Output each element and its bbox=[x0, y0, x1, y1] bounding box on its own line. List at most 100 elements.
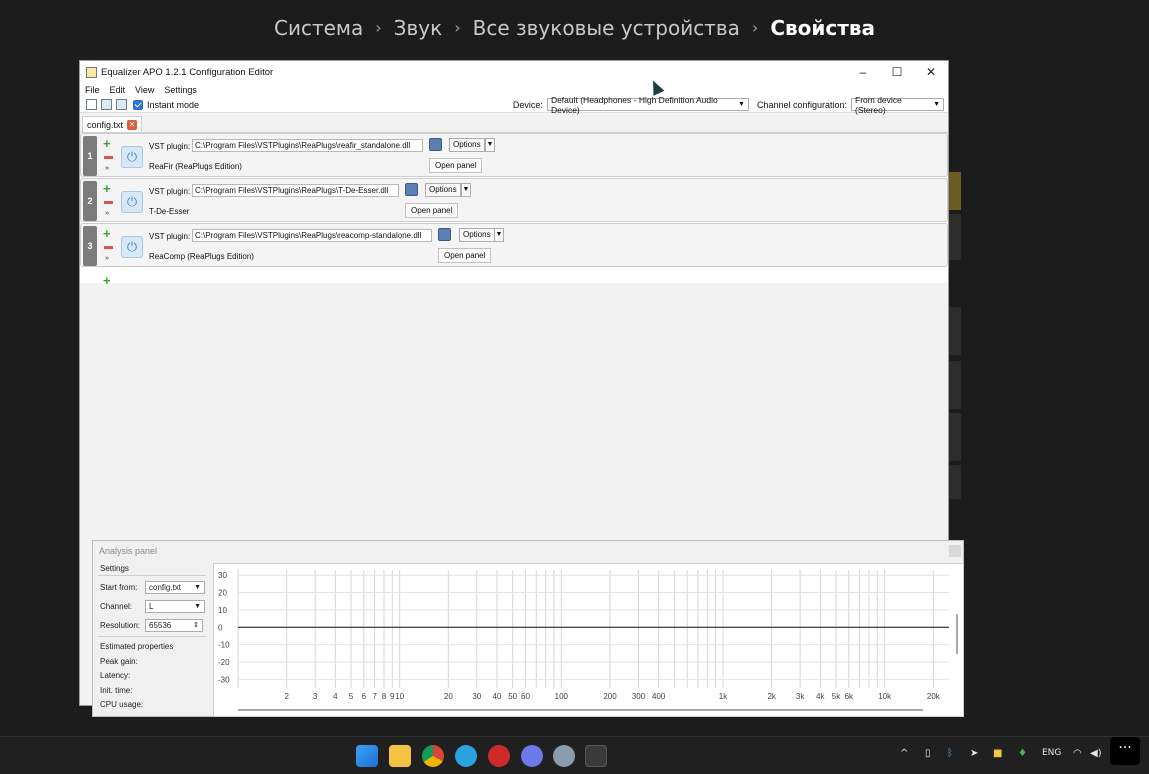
window-titlebar[interactable]: Equalizer APO 1.2.1 Configuration Editor… bbox=[80, 61, 948, 83]
close-icon[interactable]: ✕ bbox=[914, 65, 948, 79]
open-panel-button[interactable]: Open panel bbox=[405, 203, 459, 218]
language-indicator[interactable]: ENG bbox=[1042, 748, 1061, 758]
usb-icon[interactable]: ▯ bbox=[925, 748, 931, 759]
start-from-select[interactable]: config.txt ▼ bbox=[145, 581, 205, 594]
lock-icon[interactable]: ■ bbox=[993, 748, 1002, 759]
youtube-music-icon[interactable] bbox=[488, 745, 510, 767]
vst-path-field[interactable]: C:\Program Files\VSTPlugins\ReaPlugs\T-D… bbox=[192, 184, 399, 197]
remove-filter-icon[interactable] bbox=[104, 156, 113, 159]
discord-icon[interactable] bbox=[521, 745, 543, 767]
bluetooth-icon[interactable]: ᛒ bbox=[947, 748, 953, 759]
x-tick-label: 10k bbox=[878, 692, 892, 701]
more-options-icon[interactable]: ··· bbox=[1110, 737, 1140, 765]
menu-view[interactable]: View bbox=[135, 85, 154, 95]
y-tick-label: 10 bbox=[218, 606, 227, 615]
x-tick-label: 5 bbox=[349, 692, 354, 701]
add-filter-icon[interactable]: + bbox=[103, 274, 111, 287]
x-tick-label: 6 bbox=[362, 692, 367, 701]
power-icon[interactable]: ⏻ bbox=[121, 236, 143, 258]
browse-file-icon[interactable] bbox=[429, 138, 442, 151]
minimize-icon[interactable]: – bbox=[846, 65, 880, 79]
menu-edit[interactable]: Edit bbox=[110, 85, 126, 95]
spin-icon[interactable]: ⇕ bbox=[193, 620, 199, 631]
chevron-right-icon: › bbox=[454, 18, 461, 37]
channel-select[interactable]: L ▼ bbox=[145, 600, 205, 613]
vst-path-field[interactable]: C:\Program Files\VSTPlugins\ReaPlugs\rea… bbox=[192, 139, 423, 152]
chevron-down-icon: ▼ bbox=[194, 603, 201, 610]
init-time-label: Init. time: bbox=[100, 686, 133, 695]
options-button[interactable]: Options bbox=[449, 138, 485, 152]
chevron-right-icon: › bbox=[375, 18, 382, 37]
windows-start-icon[interactable] bbox=[356, 745, 378, 767]
filter-index[interactable]: 3 bbox=[83, 226, 97, 266]
microphone-icon[interactable]: ♦ bbox=[1018, 748, 1027, 759]
options-button[interactable]: Options bbox=[425, 183, 461, 197]
x-tick-label: 1k bbox=[719, 692, 728, 701]
collapse-icon[interactable]: » bbox=[105, 210, 109, 217]
browse-file-icon[interactable] bbox=[405, 183, 418, 196]
channel-config-label: Channel configuration: bbox=[756, 99, 847, 110]
settings-gear-icon[interactable] bbox=[553, 745, 575, 767]
browse-file-icon[interactable] bbox=[438, 228, 451, 241]
remove-filter-icon[interactable] bbox=[104, 201, 113, 204]
tab-label: config.txt bbox=[87, 119, 124, 130]
device-label: Device: bbox=[512, 99, 543, 110]
chevron-down-icon: ▼ bbox=[194, 584, 201, 591]
menu-bar: File Edit View Settings bbox=[80, 83, 948, 97]
frequency-response-graph[interactable]: 30 20 10 0 -10 -20 -30 2 3 4 5 6 7 8 9 10 20 30 40 50 60 100 2… bbox=[213, 563, 964, 717]
add-filter-icon[interactable]: + bbox=[103, 182, 111, 195]
channel-label: Channel: bbox=[100, 602, 133, 611]
vst-path-field[interactable]: C:\Program Files\VSTPlugins\ReaPlugs\rea… bbox=[192, 229, 432, 242]
x-tick-label: 50 bbox=[508, 692, 517, 701]
power-icon[interactable]: ⏻ bbox=[121, 146, 143, 168]
notepad-icon[interactable] bbox=[585, 745, 607, 767]
tab-config-txt[interactable]: config.txt ✕ bbox=[82, 116, 143, 132]
filter-index[interactable]: 1 bbox=[83, 136, 97, 176]
telegram-icon[interactable] bbox=[455, 745, 477, 767]
breadcrumb-item-sound[interactable]: Звук bbox=[394, 16, 443, 40]
add-filter-icon[interactable]: + bbox=[103, 227, 111, 240]
filter-row: 3 + » ⏻ VST plugin: C:\Program Files\VST… bbox=[80, 223, 948, 267]
chevron-down-icon[interactable]: ▼ bbox=[494, 228, 504, 242]
channel-config-select[interactable]: From device (Stereo) ▼ bbox=[851, 95, 944, 115]
open-panel-button[interactable]: Open panel bbox=[438, 248, 492, 263]
maximize-icon[interactable]: ☐ bbox=[880, 65, 914, 79]
filter-index[interactable]: 2 bbox=[83, 181, 97, 221]
volume-icon[interactable]: ◀) bbox=[1090, 748, 1102, 759]
show-hidden-icons-icon[interactable]: ^ bbox=[900, 748, 908, 759]
wifi-icon[interactable]: ◠ bbox=[1073, 748, 1082, 759]
options-button[interactable]: Options bbox=[459, 228, 495, 242]
breadcrumb-item-system[interactable]: Система bbox=[274, 16, 363, 40]
save-icon[interactable] bbox=[101, 99, 112, 110]
power-icon[interactable]: ⏻ bbox=[121, 191, 143, 213]
x-tick-label: 10 bbox=[395, 692, 404, 701]
x-tick-label: 4k bbox=[816, 692, 825, 701]
chevron-right-icon: › bbox=[751, 18, 759, 37]
breadcrumb-item-all-devices[interactable]: Все звуковые устройства bbox=[473, 16, 740, 40]
chevron-down-icon: ▼ bbox=[738, 101, 745, 108]
open-panel-button[interactable]: Open panel bbox=[429, 158, 483, 173]
chevron-down-icon[interactable]: ▼ bbox=[461, 183, 471, 197]
x-tick-label: 2k bbox=[767, 692, 776, 701]
background-setting-row bbox=[949, 307, 961, 355]
device-select[interactable]: Default (Headphones - High Definition Au… bbox=[546, 95, 749, 115]
chrome-icon[interactable] bbox=[422, 745, 444, 767]
resolution-spinbox[interactable]: 65536 ⇕ bbox=[145, 619, 203, 632]
collapse-icon[interactable]: » bbox=[105, 165, 109, 172]
chevron-down-icon[interactable]: ▼ bbox=[485, 138, 495, 152]
instant-mode-checkbox[interactable] bbox=[133, 99, 143, 110]
menu-settings[interactable]: Settings bbox=[164, 85, 197, 95]
vst-plugin-label: VST plugin: bbox=[149, 232, 191, 241]
close-tab-icon[interactable]: ✕ bbox=[127, 119, 138, 130]
new-file-icon[interactable] bbox=[86, 99, 97, 110]
y-tick-label: -10 bbox=[218, 641, 230, 650]
start-from-label: Start from: bbox=[100, 583, 138, 592]
telegram-tray-icon[interactable]: ➤ bbox=[970, 748, 978, 759]
remove-filter-icon[interactable] bbox=[104, 246, 113, 249]
file-explorer-icon[interactable] bbox=[389, 745, 411, 767]
collapse-icon[interactable]: » bbox=[105, 255, 109, 262]
menu-file[interactable]: File bbox=[85, 85, 100, 95]
panel-float-icon[interactable] bbox=[949, 545, 961, 557]
save-as-icon[interactable] bbox=[116, 99, 127, 110]
add-filter-icon[interactable]: + bbox=[103, 137, 111, 150]
